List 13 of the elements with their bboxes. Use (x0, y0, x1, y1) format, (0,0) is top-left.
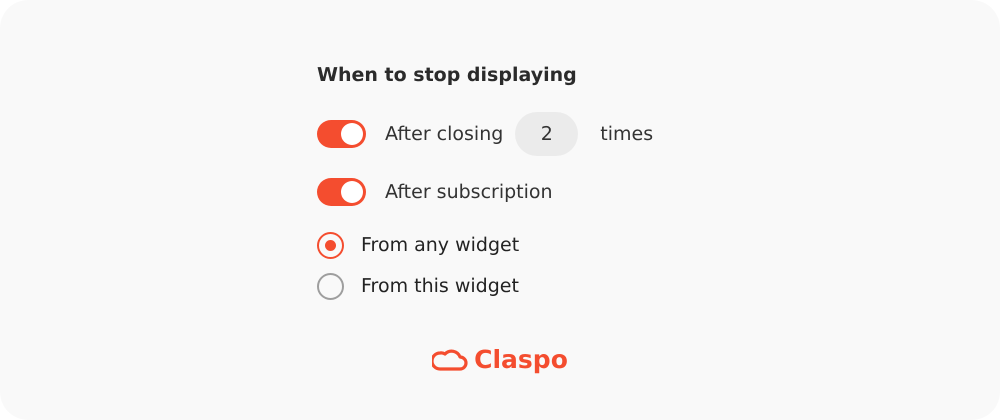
toggle-switch[interactable] (317, 178, 366, 206)
radio-label: From any widget (361, 232, 520, 258)
suffix-label: times (600, 122, 654, 147)
toggle-label: After closing (385, 122, 504, 147)
section-title: When to stop displaying (317, 63, 578, 88)
toggle-label: After subscription (385, 180, 553, 205)
radio-label: From this widget (361, 274, 519, 299)
cloud-icon (432, 348, 468, 370)
brand-logo: Claspo (474, 347, 568, 372)
toggle-switch[interactable] (317, 120, 366, 148)
count-field[interactable]: 2 (515, 112, 578, 156)
radio-button[interactable] (317, 272, 344, 300)
radio-button[interactable] (317, 232, 344, 258)
